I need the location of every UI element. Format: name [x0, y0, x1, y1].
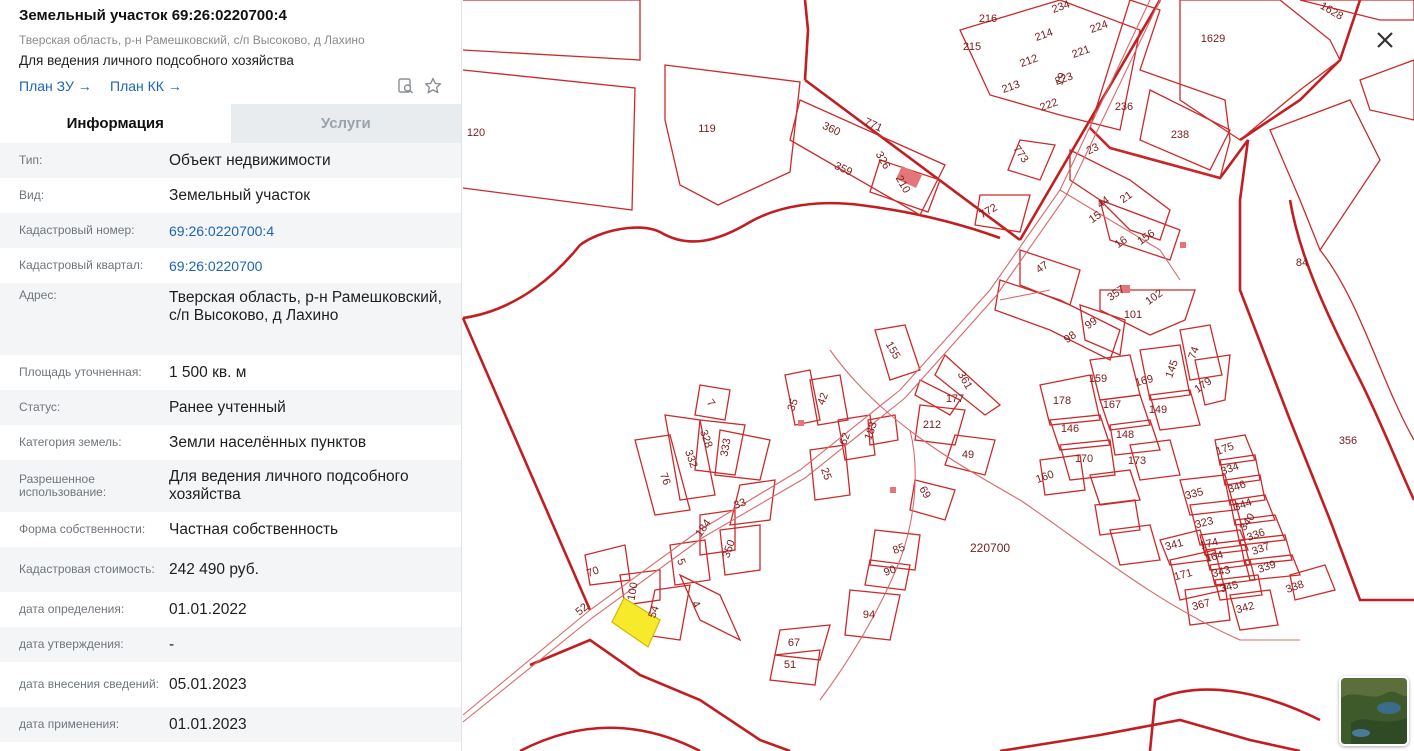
table-row: дата внесения сведений: 05.01.2023	[0, 662, 461, 707]
row-label: Разрешенное использование:	[19, 472, 107, 499]
row-value: Частная собственность	[169, 520, 339, 538]
row-label: Статус:	[19, 400, 61, 414]
parcel-label: 84	[1296, 257, 1308, 269]
table-row: Категория земель: Земли населённых пункто…	[0, 425, 461, 460]
cadastral-number-link[interactable]: 69:26:0220700:4	[169, 222, 449, 240]
row-label: дата определения:	[19, 602, 125, 616]
satellite-layer-thumbnail[interactable]	[1339, 676, 1409, 746]
row-value: Объект недвижимости	[169, 151, 331, 169]
parcel-label: 356	[1339, 435, 1357, 447]
row-label: Кадастровый номер:	[19, 223, 135, 237]
table-row: Адрес: Тверская область, р-н Рамешковский…	[0, 283, 461, 355]
table-row: дата применения: 01.01.2023	[0, 707, 461, 742]
parcel-label: 94	[863, 609, 875, 621]
parcel-label: 167	[1103, 399, 1121, 411]
table-row: Форма собственности: Частная собственност…	[0, 512, 461, 547]
parcel-label: 212	[923, 419, 941, 431]
cadastral-quarter-link[interactable]: 69:26:0220700	[169, 257, 449, 275]
row-label: Вид:	[19, 188, 45, 202]
row-value: -	[169, 635, 175, 653]
info-panel: Земельный участок 69:26:0220700:4 Тверск…	[0, 0, 462, 751]
row-label: Тип:	[19, 153, 43, 167]
info-table: Тип: Объект недвижимости Вид: Земельный уч…	[0, 143, 461, 742]
parcel-label: 159	[1089, 373, 1107, 385]
parcel-label: 119	[698, 123, 716, 135]
star-icon[interactable]	[423, 76, 443, 96]
table-row: Тип: Объект недвижимости	[0, 143, 461, 178]
row-value: 05.01.2023	[169, 675, 247, 693]
row-label: Кадастровая стоимость:	[19, 562, 155, 576]
parcel-label: 170	[1075, 453, 1093, 465]
row-label: дата внесения сведений:	[19, 677, 159, 691]
tab-information[interactable]: Информация	[0, 104, 231, 143]
row-value: 242 490 руб.	[169, 560, 259, 578]
short-address: Тверская область, р-н Рамешковский, с/п …	[19, 33, 365, 47]
table-row: Вид: Земельный участок	[0, 178, 461, 213]
close-icon	[1377, 32, 1393, 48]
row-label: Адрес:	[19, 288, 57, 302]
row-value: 01.01.2022	[169, 600, 247, 618]
parcel-label: 173	[1128, 455, 1146, 467]
parcel-label: 49	[962, 449, 974, 461]
row-label: Форма собственности:	[19, 522, 146, 536]
quarter-label: 220700	[970, 541, 1010, 555]
row-value: 01.01.2023	[169, 715, 247, 733]
parcel-label: 51	[784, 659, 796, 671]
plan-zu-link[interactable]: План ЗУ →	[19, 78, 92, 94]
row-value: 1 500 кв. м	[169, 363, 247, 381]
parcel-label: 216	[979, 13, 997, 25]
parcel-title: Земельный участок 69:26:0220700:4	[19, 7, 287, 24]
table-row: Кадастровый номер: 69:26:0220700:4	[0, 213, 461, 248]
row-label: Категория земель:	[19, 435, 122, 449]
table-row: Кадастровый квартал: 69:26:0220700	[0, 248, 461, 283]
parcel-label: 120	[467, 127, 485, 139]
parcel-label: 146	[1061, 423, 1079, 435]
search-doc-icon[interactable]	[396, 76, 416, 96]
tab-services[interactable]: Услуги	[230, 104, 461, 143]
parcel-label: 1629	[1201, 33, 1225, 45]
parcel-label: 177	[946, 393, 964, 405]
parcel-label: 238	[1171, 129, 1189, 141]
row-label: дата утверждения:	[19, 637, 124, 651]
row-value: Для ведения личного подсобного хозяйства	[169, 468, 409, 503]
row-value: Земли населённых пунктов	[169, 433, 367, 451]
row-label: Кадастровый квартал:	[19, 258, 144, 272]
parcel-purpose: Для ведения личного подсобного хозяйства	[19, 53, 294, 68]
parcel-label: 215	[963, 41, 981, 53]
parcel-label: 178	[1053, 395, 1071, 407]
table-row: дата утверждения: -	[0, 627, 461, 662]
parcel-label: 149	[1149, 404, 1167, 416]
parcel-label: 148	[1116, 429, 1134, 441]
row-label: Площадь уточненная:	[19, 365, 142, 379]
table-row: Площадь уточненная: 1 500 кв. м	[0, 355, 461, 390]
row-value: Тверская область, р-н Рамешковский, с/п …	[169, 289, 442, 324]
table-row: дата определения: 01.01.2022	[0, 592, 461, 627]
table-row: Разрешенное использование: Для ведения ли…	[0, 460, 461, 512]
plan-kk-link[interactable]: План КК →	[110, 78, 182, 94]
tab-bar: Информация Услуги	[0, 104, 461, 143]
parcel-label: 101	[1124, 309, 1142, 321]
row-value: Ранее учтенный	[169, 398, 286, 416]
row-label: дата применения:	[19, 717, 120, 731]
table-row: Кадастровая стоимость: 242 490 руб.	[0, 547, 461, 592]
parcel-label: 67	[788, 637, 800, 649]
close-button[interactable]	[1373, 28, 1397, 52]
table-row: Статус: Ранее учтенный	[0, 390, 461, 425]
parcel-label: 236	[1115, 101, 1133, 113]
row-value: Земельный участок	[169, 186, 311, 204]
